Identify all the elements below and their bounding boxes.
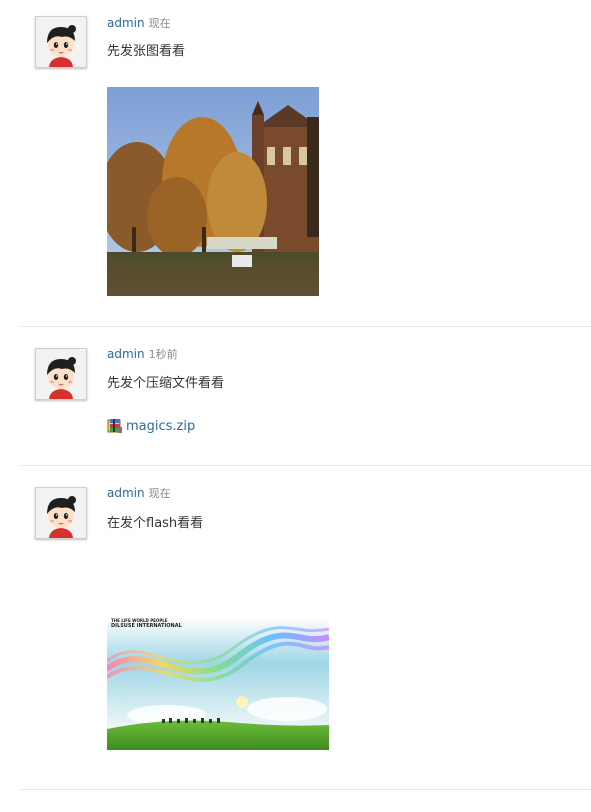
avatar[interactable]	[35, 16, 87, 68]
author-link[interactable]: admin	[107, 486, 145, 500]
post-meta: admin 现在	[107, 485, 171, 501]
post-time: 1秒前	[148, 348, 178, 361]
post-divider	[20, 465, 591, 466]
user-avatar-icon	[36, 349, 86, 399]
flash-caption-line-2: DILSUSE INTERNATIONAL	[111, 623, 182, 629]
post-divider	[20, 326, 591, 327]
flash-embed[interactable]: THE LIFE WORLD PEOPLE DILSUSE INTERNATIO…	[107, 617, 329, 750]
post-text: 在发个flash看看	[107, 516, 204, 531]
user-avatar-icon	[36, 17, 86, 67]
post-time: 现在	[148, 17, 171, 30]
post-meta: admin 现在	[107, 15, 171, 31]
post-text: 先发个压缩文件看看	[107, 376, 225, 391]
zip-archive-icon	[107, 419, 122, 433]
church-photo-image	[107, 87, 319, 296]
file-download-link[interactable]: magics.zip	[126, 419, 195, 434]
post-text: 先发张图看看	[107, 44, 186, 59]
flash-rainbow-image	[107, 617, 329, 750]
avatar[interactable]	[35, 487, 87, 539]
author-link[interactable]: admin	[107, 16, 145, 30]
file-attachment: magics.zip	[107, 418, 195, 434]
post-time: 现在	[148, 487, 171, 500]
attached-photo[interactable]	[107, 87, 319, 296]
post-meta: admin 1秒前	[107, 346, 178, 362]
avatar[interactable]	[35, 348, 87, 400]
author-link[interactable]: admin	[107, 347, 145, 361]
user-avatar-icon	[36, 488, 86, 538]
post-divider	[20, 789, 591, 790]
